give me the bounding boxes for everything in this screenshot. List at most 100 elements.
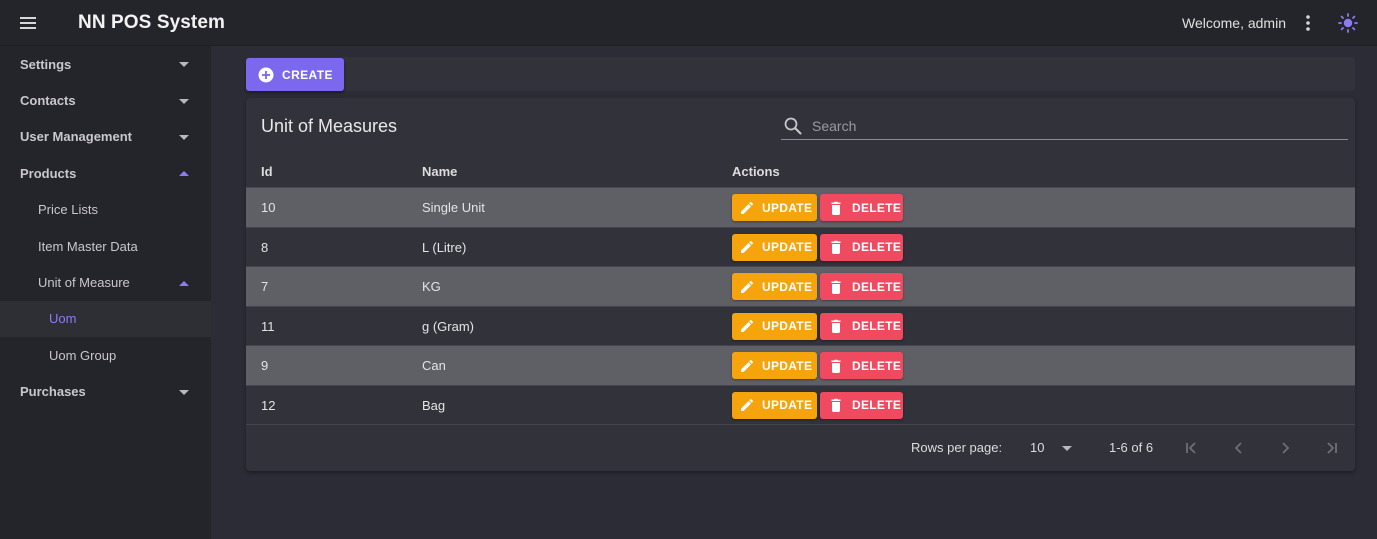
more-vert-icon[interactable] (1298, 0, 1318, 46)
cell-id: 12 (261, 397, 276, 413)
update-button[interactable]: UPDATE (732, 273, 817, 300)
cell-name: L (Litre) (422, 239, 467, 255)
sidebar-item-contacts[interactable]: Contacts (0, 82, 211, 118)
cell-id: 11 (261, 318, 275, 334)
sidebar-item-purchases[interactable]: Purchases (0, 374, 211, 410)
sidebar-item-label: Item Master Data (38, 238, 138, 254)
pagination: Rows per page: 10 1-6 of 6 (246, 425, 1355, 471)
update-button-label: UPDATE (762, 200, 813, 215)
update-button-label: UPDATE (762, 358, 813, 373)
sidebar-item-item-master-data[interactable]: Item Master Data (0, 228, 211, 264)
table-row: 8 L (Litre) UPDATE DELETE (246, 228, 1355, 267)
next-page-icon[interactable] (1273, 436, 1297, 460)
update-button-label: UPDATE (762, 279, 813, 294)
theme-toggle-sun-icon[interactable] (1336, 0, 1360, 46)
update-button-label: UPDATE (762, 240, 813, 254)
trash-icon (831, 359, 841, 373)
sidebar-item-uom[interactable]: Uom (0, 300, 211, 338)
column-header-name[interactable]: Name (422, 164, 457, 179)
pencil-icon (741, 280, 754, 293)
trash-icon (831, 398, 841, 412)
table-row: 9 Can UPDATE DELETE (246, 346, 1355, 386)
update-button[interactable]: UPDATE (732, 352, 817, 379)
cell-id: 8 (261, 239, 269, 255)
table-header: Id Name Actions (246, 154, 1355, 188)
sidebar-item-price-lists[interactable]: Price Lists (0, 192, 211, 228)
update-button[interactable]: UPDATE (732, 391, 817, 419)
delete-button[interactable]: DELETE (820, 312, 903, 340)
pencil-icon (741, 319, 754, 332)
delete-button-label: DELETE (852, 358, 902, 373)
create-button[interactable]: CREATE (246, 58, 344, 91)
previous-page-icon[interactable] (1227, 436, 1251, 460)
search-input[interactable] (812, 117, 1312, 134)
chevron-down-icon (179, 389, 189, 395)
chevron-down-icon (179, 98, 189, 104)
delete-button[interactable]: DELETE (820, 391, 903, 419)
chevron-up-icon (179, 280, 189, 286)
sidebar-item-label: Uom (49, 311, 77, 327)
trash-icon (831, 240, 841, 254)
update-button[interactable]: UPDATE (732, 233, 817, 261)
add-circle-icon (258, 67, 274, 82)
delete-button[interactable]: DELETE (820, 233, 903, 261)
menu-icon[interactable] (0, 0, 56, 46)
cell-id: 10 (261, 200, 276, 215)
sidebar-item-products[interactable]: Products (0, 155, 211, 191)
chevron-down-icon[interactable] (1062, 446, 1072, 451)
last-page-icon[interactable] (1319, 436, 1343, 460)
sidebar-item-settings[interactable]: Settings (0, 46, 211, 82)
cell-name: g (Gram) (422, 318, 474, 334)
sidebar-item-label: User Management (20, 129, 132, 145)
create-button-label: CREATE (282, 67, 333, 82)
chevron-down-icon (179, 134, 189, 140)
delete-button-label: DELETE (852, 319, 902, 333)
sidebar-item-label: Contacts (20, 93, 76, 109)
sidebar-item-label: Purchases (20, 384, 86, 400)
trash-icon (831, 201, 841, 215)
chevron-up-icon (179, 171, 189, 177)
sidebar-item-user-management[interactable]: User Management (0, 119, 211, 155)
sidebar-item-unit-of-measure[interactable]: Unit of Measure (0, 264, 211, 300)
rows-per-page-select[interactable]: 10 (1030, 440, 1044, 455)
search-icon (784, 117, 802, 134)
sidebar-item-uom-group[interactable]: Uom Group (0, 337, 211, 373)
delete-button[interactable]: DELETE (820, 352, 903, 379)
pencil-icon (741, 398, 754, 411)
column-header-id[interactable]: Id (261, 164, 273, 179)
table-row: 11 g (Gram) UPDATE DELETE (246, 307, 1355, 346)
sidebar: Settings Contacts User Management Produc… (0, 46, 211, 539)
update-button[interactable]: UPDATE (732, 194, 817, 221)
search-field (781, 112, 1348, 140)
pencil-icon (741, 201, 754, 214)
sidebar-item-label: Products (20, 165, 77, 181)
delete-button-label: DELETE (852, 398, 902, 412)
update-button[interactable]: UPDATE (732, 312, 817, 340)
delete-button[interactable]: DELETE (820, 194, 903, 221)
table-row: 7 KG UPDATE DELETE (246, 267, 1355, 307)
delete-button[interactable]: DELETE (820, 273, 903, 300)
table-body: 10 Single Unit UPDATE DELETE 8 L (Litre)… (246, 188, 1355, 425)
update-button-label: UPDATE (762, 319, 813, 333)
chevron-down-icon (179, 62, 189, 68)
table-row: 12 Bag UPDATE DELETE (246, 386, 1355, 425)
trash-icon (831, 319, 841, 333)
delete-button-label: DELETE (852, 279, 902, 294)
table-title: Unit of Measures (261, 116, 398, 136)
cell-id: 9 (261, 358, 269, 373)
cell-name: Single Unit (422, 200, 485, 215)
pencil-icon (741, 359, 754, 372)
cell-id: 7 (261, 279, 269, 294)
cell-name: Can (422, 358, 446, 373)
toolbar: CREATE (246, 57, 1355, 91)
rows-per-page-label: Rows per page: (911, 440, 1003, 455)
cell-name: Bag (422, 397, 446, 413)
sidebar-item-label: Settings (20, 56, 72, 72)
update-button-label: UPDATE (762, 398, 813, 412)
app-bar: NN POS System Welcome, admin (0, 0, 1377, 46)
cell-name: KG (422, 279, 441, 294)
welcome-text: Welcome, admin (1181, 15, 1286, 31)
trash-icon (831, 280, 841, 294)
delete-button-label: DELETE (852, 200, 902, 215)
first-page-icon[interactable] (1180, 436, 1204, 460)
